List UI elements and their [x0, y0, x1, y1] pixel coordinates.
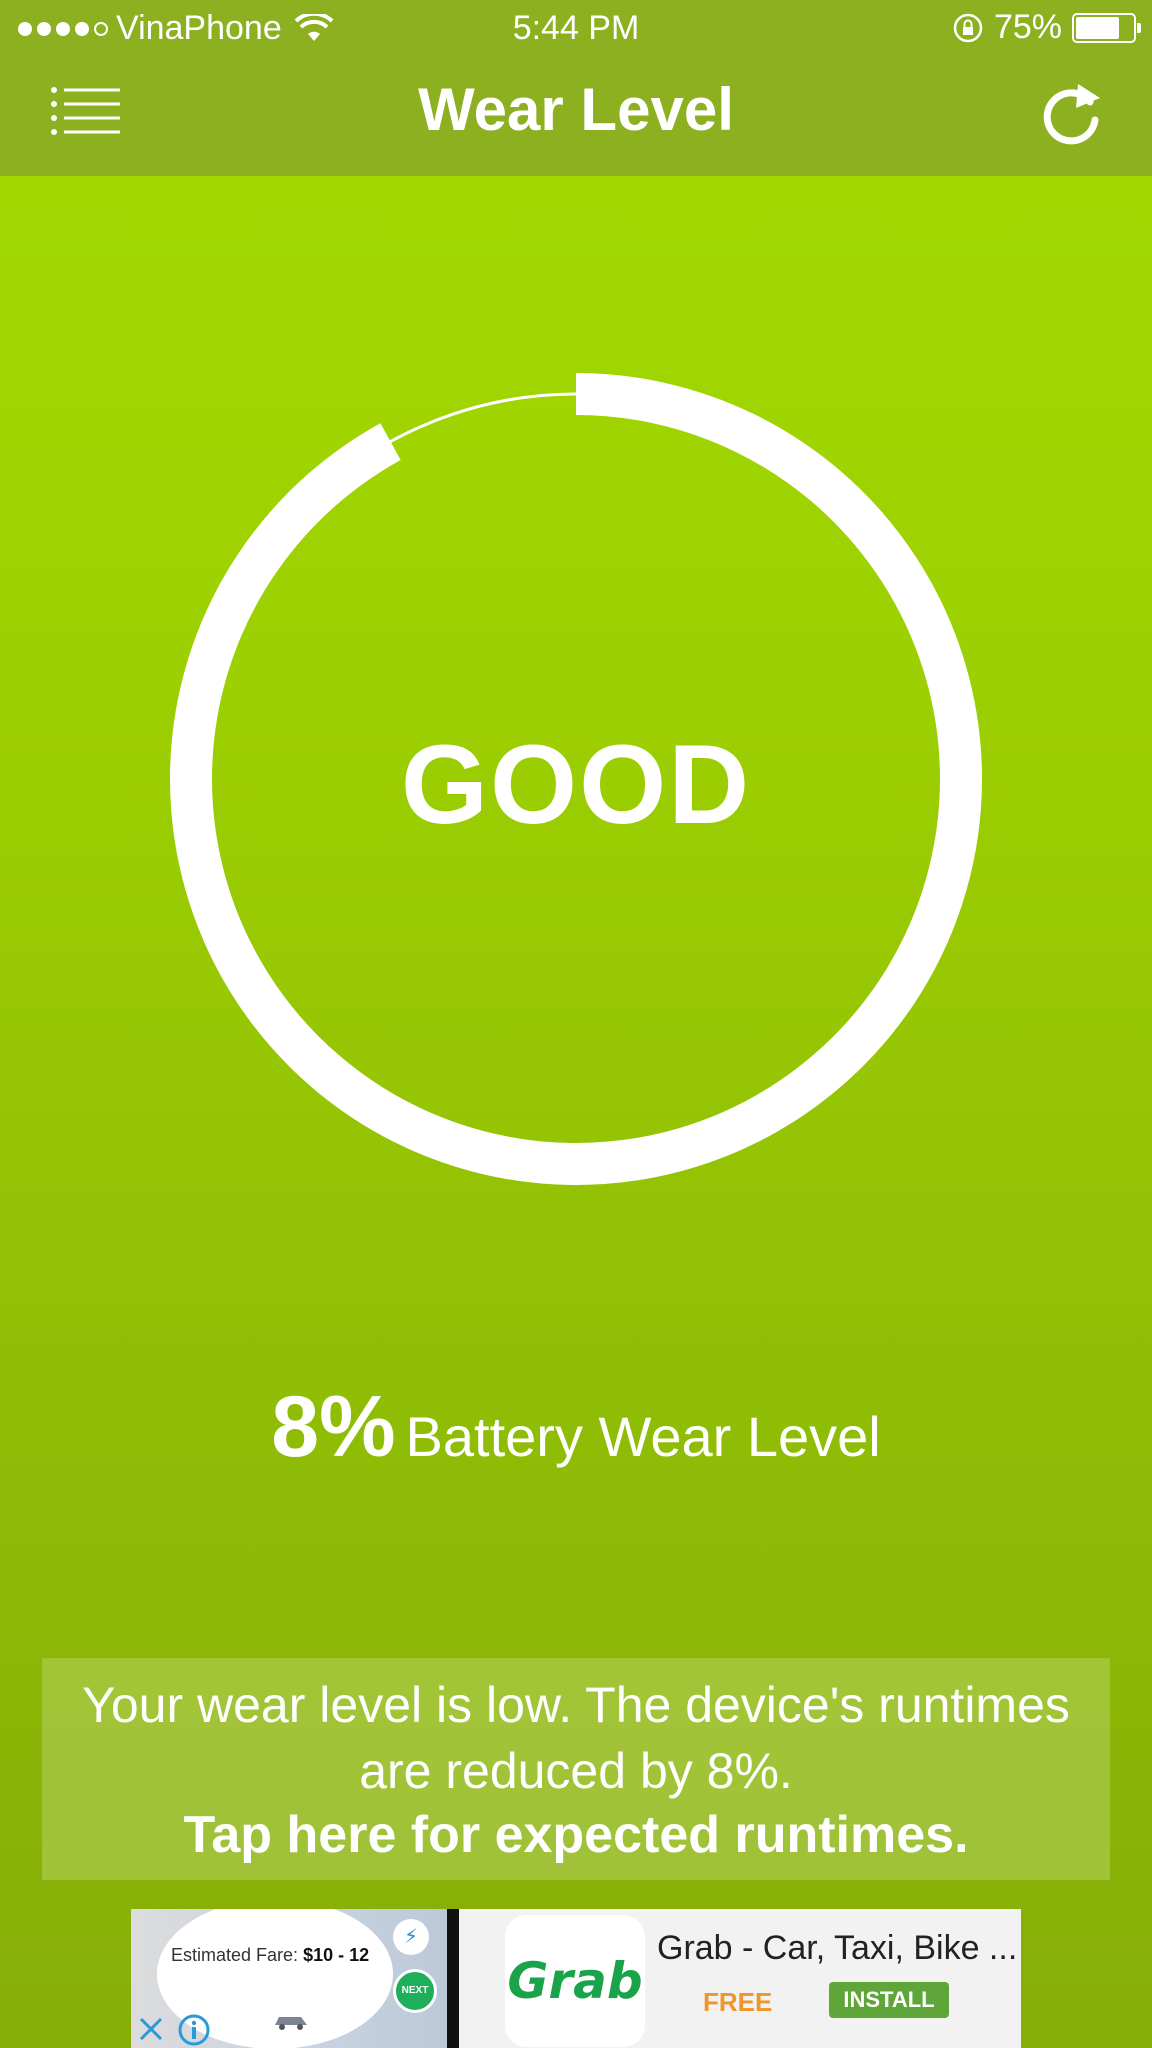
ad-fare-label: Estimated Fare: [171, 1945, 299, 1965]
wear-status-label: GOOD [400, 722, 752, 847]
ad-app-title: Grab - Car, Taxi, Bike ... [657, 1929, 1018, 1967]
page-title: Wear Level [418, 76, 734, 143]
battery-percent: 75% [993, 8, 1062, 46]
wear-message: Your wear level is low. The device's run… [42, 1658, 1110, 1804]
wear-message-line-1: Your wear level is low. The device's run… [82, 1677, 1070, 1733]
grab-logo: Grab [505, 1915, 645, 2047]
car-icon [275, 2017, 307, 2030]
install-button[interactable]: INSTALL [829, 1982, 949, 2018]
status-bar: VinaPhone 5:44 PM 75% [0, 0, 1152, 58]
refresh-icon[interactable] [1040, 80, 1104, 146]
ad-close-icon[interactable] [135, 2013, 167, 2045]
ad-next-badge: NEXT [393, 1969, 437, 2013]
rotation-lock-icon [953, 13, 983, 42]
ad-divider [447, 1909, 459, 2048]
top-bar: VinaPhone 5:44 PM 75% Wear Level [0, 0, 1152, 176]
wear-label: Battery Wear Level [405, 1405, 881, 1468]
ad-banner[interactable]: Estimated Fare: $10 - 12 ⚡ NEXT Grab Gra… [131, 1909, 1021, 2048]
status-right: 75% [952, 8, 1141, 47]
ad-price: FREE [703, 1987, 773, 2017]
ad-screenshot: Estimated Fare: $10 - 12 ⚡ NEXT [131, 1909, 451, 2048]
battery-icon [1072, 12, 1141, 43]
wear-percent: 8% [271, 1379, 396, 1475]
ad-info-icon[interactable] [177, 2013, 211, 2047]
ad-fare-text: Estimated Fare: $10 - 12 [171, 1945, 369, 1966]
expected-runtimes-panel[interactable]: Your wear level is low. The device's run… [42, 1658, 1110, 1880]
wear-message-line-2: are reduced by 8%. [359, 1743, 793, 1799]
wear-level-summary: 8% Battery Wear Level [0, 1378, 1152, 1477]
expected-runtimes-link[interactable]: Tap here for expected runtimes. [42, 1804, 1110, 1866]
lightning-icon: ⚡ [393, 1919, 429, 1955]
ad-fare-value: $10 - 12 [303, 1945, 370, 1965]
